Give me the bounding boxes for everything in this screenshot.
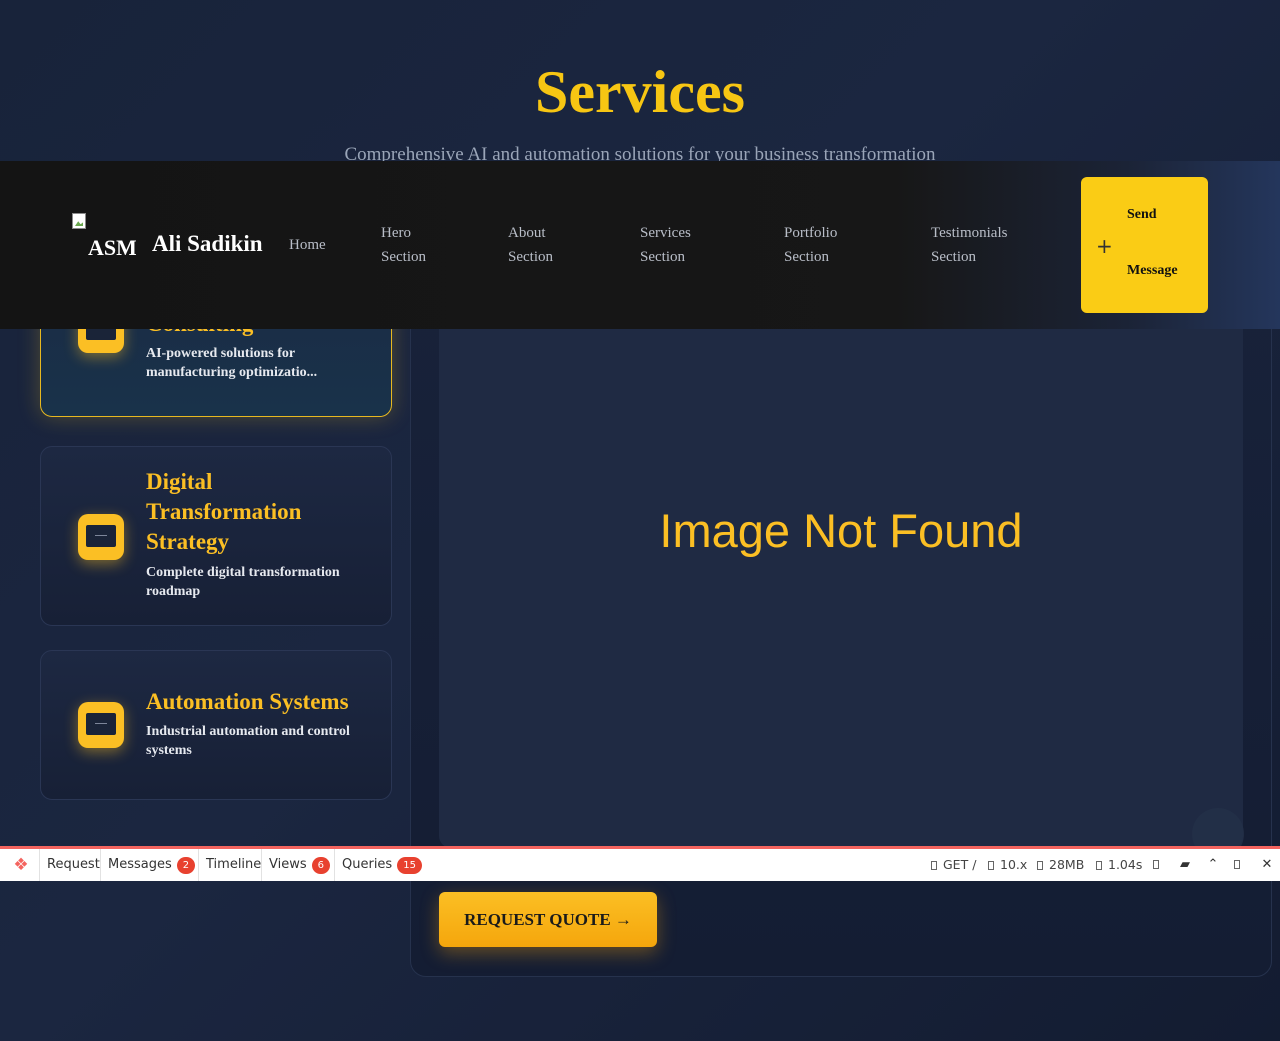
service-card-title: Digital Transformation Strategy (146, 469, 302, 554)
close-icon[interactable]: ✕ (1257, 849, 1277, 881)
request-quote-button[interactable]: REQUEST QUOTE → (439, 892, 657, 947)
debug-tab-request[interactable]: Request (39, 849, 107, 881)
send-message-label-line1: Send (1127, 207, 1157, 222)
restore-icon[interactable] (1230, 849, 1250, 881)
queries-count-badge: 15 (397, 857, 422, 874)
folder-open-icon[interactable]: ▰ (1175, 849, 1195, 881)
services-title: Services (535, 59, 745, 125)
service-image: Image Not Found (439, 250, 1243, 848)
views-count-badge: 6 (311, 857, 330, 874)
chevron-up-icon[interactable]: ⌃ (1203, 849, 1223, 881)
request-time: 1.04s (1096, 849, 1142, 881)
framework-version: 10.x (988, 849, 1027, 881)
request-method: GET / (931, 849, 976, 881)
debug-tab-messages[interactable]: Messages 2 (100, 849, 202, 881)
memory-usage: 28MB (1037, 849, 1084, 881)
image-not-found-text: Image Not Found (659, 504, 1023, 557)
nav-link-services-section[interactable]: Services Section (640, 221, 691, 269)
nav-link-home[interactable]: Home (289, 233, 326, 257)
monitor-icon (78, 702, 124, 748)
service-card-description: Complete digital transformation roadmap (146, 565, 340, 599)
service-card-digital-transformation[interactable]: Digital Transformation Strategy Complete… (40, 446, 392, 626)
nav-link-hero-section[interactable]: Hero Section (381, 221, 426, 269)
logo-alt-text: ASM (88, 235, 136, 260)
laravel-logo-icon[interactable]: ❖ (10, 855, 32, 875)
logo[interactable]: ASM (72, 213, 136, 263)
send-message-label-line2: Message (1127, 263, 1178, 278)
debug-tab-views[interactable]: Views 6 (261, 849, 337, 881)
nav-link-testimonials-section[interactable]: Testimonials Section (931, 221, 1007, 269)
debug-tab-timeline[interactable]: Timeline (198, 849, 268, 881)
history-icon[interactable] (1149, 849, 1169, 881)
broken-image-icon (72, 213, 86, 229)
service-card-automation-systems[interactable]: Automation Systems Industrial automation… (40, 650, 392, 800)
send-message-button[interactable]: + Send Message (1081, 177, 1208, 313)
plus-icon: + (1096, 234, 1113, 258)
nav-link-about-section[interactable]: About Section (508, 221, 553, 269)
monitor-icon (78, 514, 124, 560)
messages-count-badge: 2 (176, 857, 196, 874)
nav-link-portfolio-section[interactable]: Portfolio Section (784, 221, 837, 269)
service-card-description: Industrial automation and control system… (146, 724, 350, 758)
navbar: ASM Ali Sadikin Home Hero Section About Se… (0, 161, 1280, 329)
debug-tab-queries[interactable]: Queries 15 (334, 849, 429, 881)
brand-name[interactable]: Ali Sadikin (152, 231, 263, 257)
service-card-title: Automation Systems (146, 689, 349, 714)
debug-bar: ❖ Request Messages 2 Timeline Views 6 Quer… (0, 846, 1280, 881)
service-card-description: AI-powered solutions for manufacturing o… (146, 346, 318, 380)
